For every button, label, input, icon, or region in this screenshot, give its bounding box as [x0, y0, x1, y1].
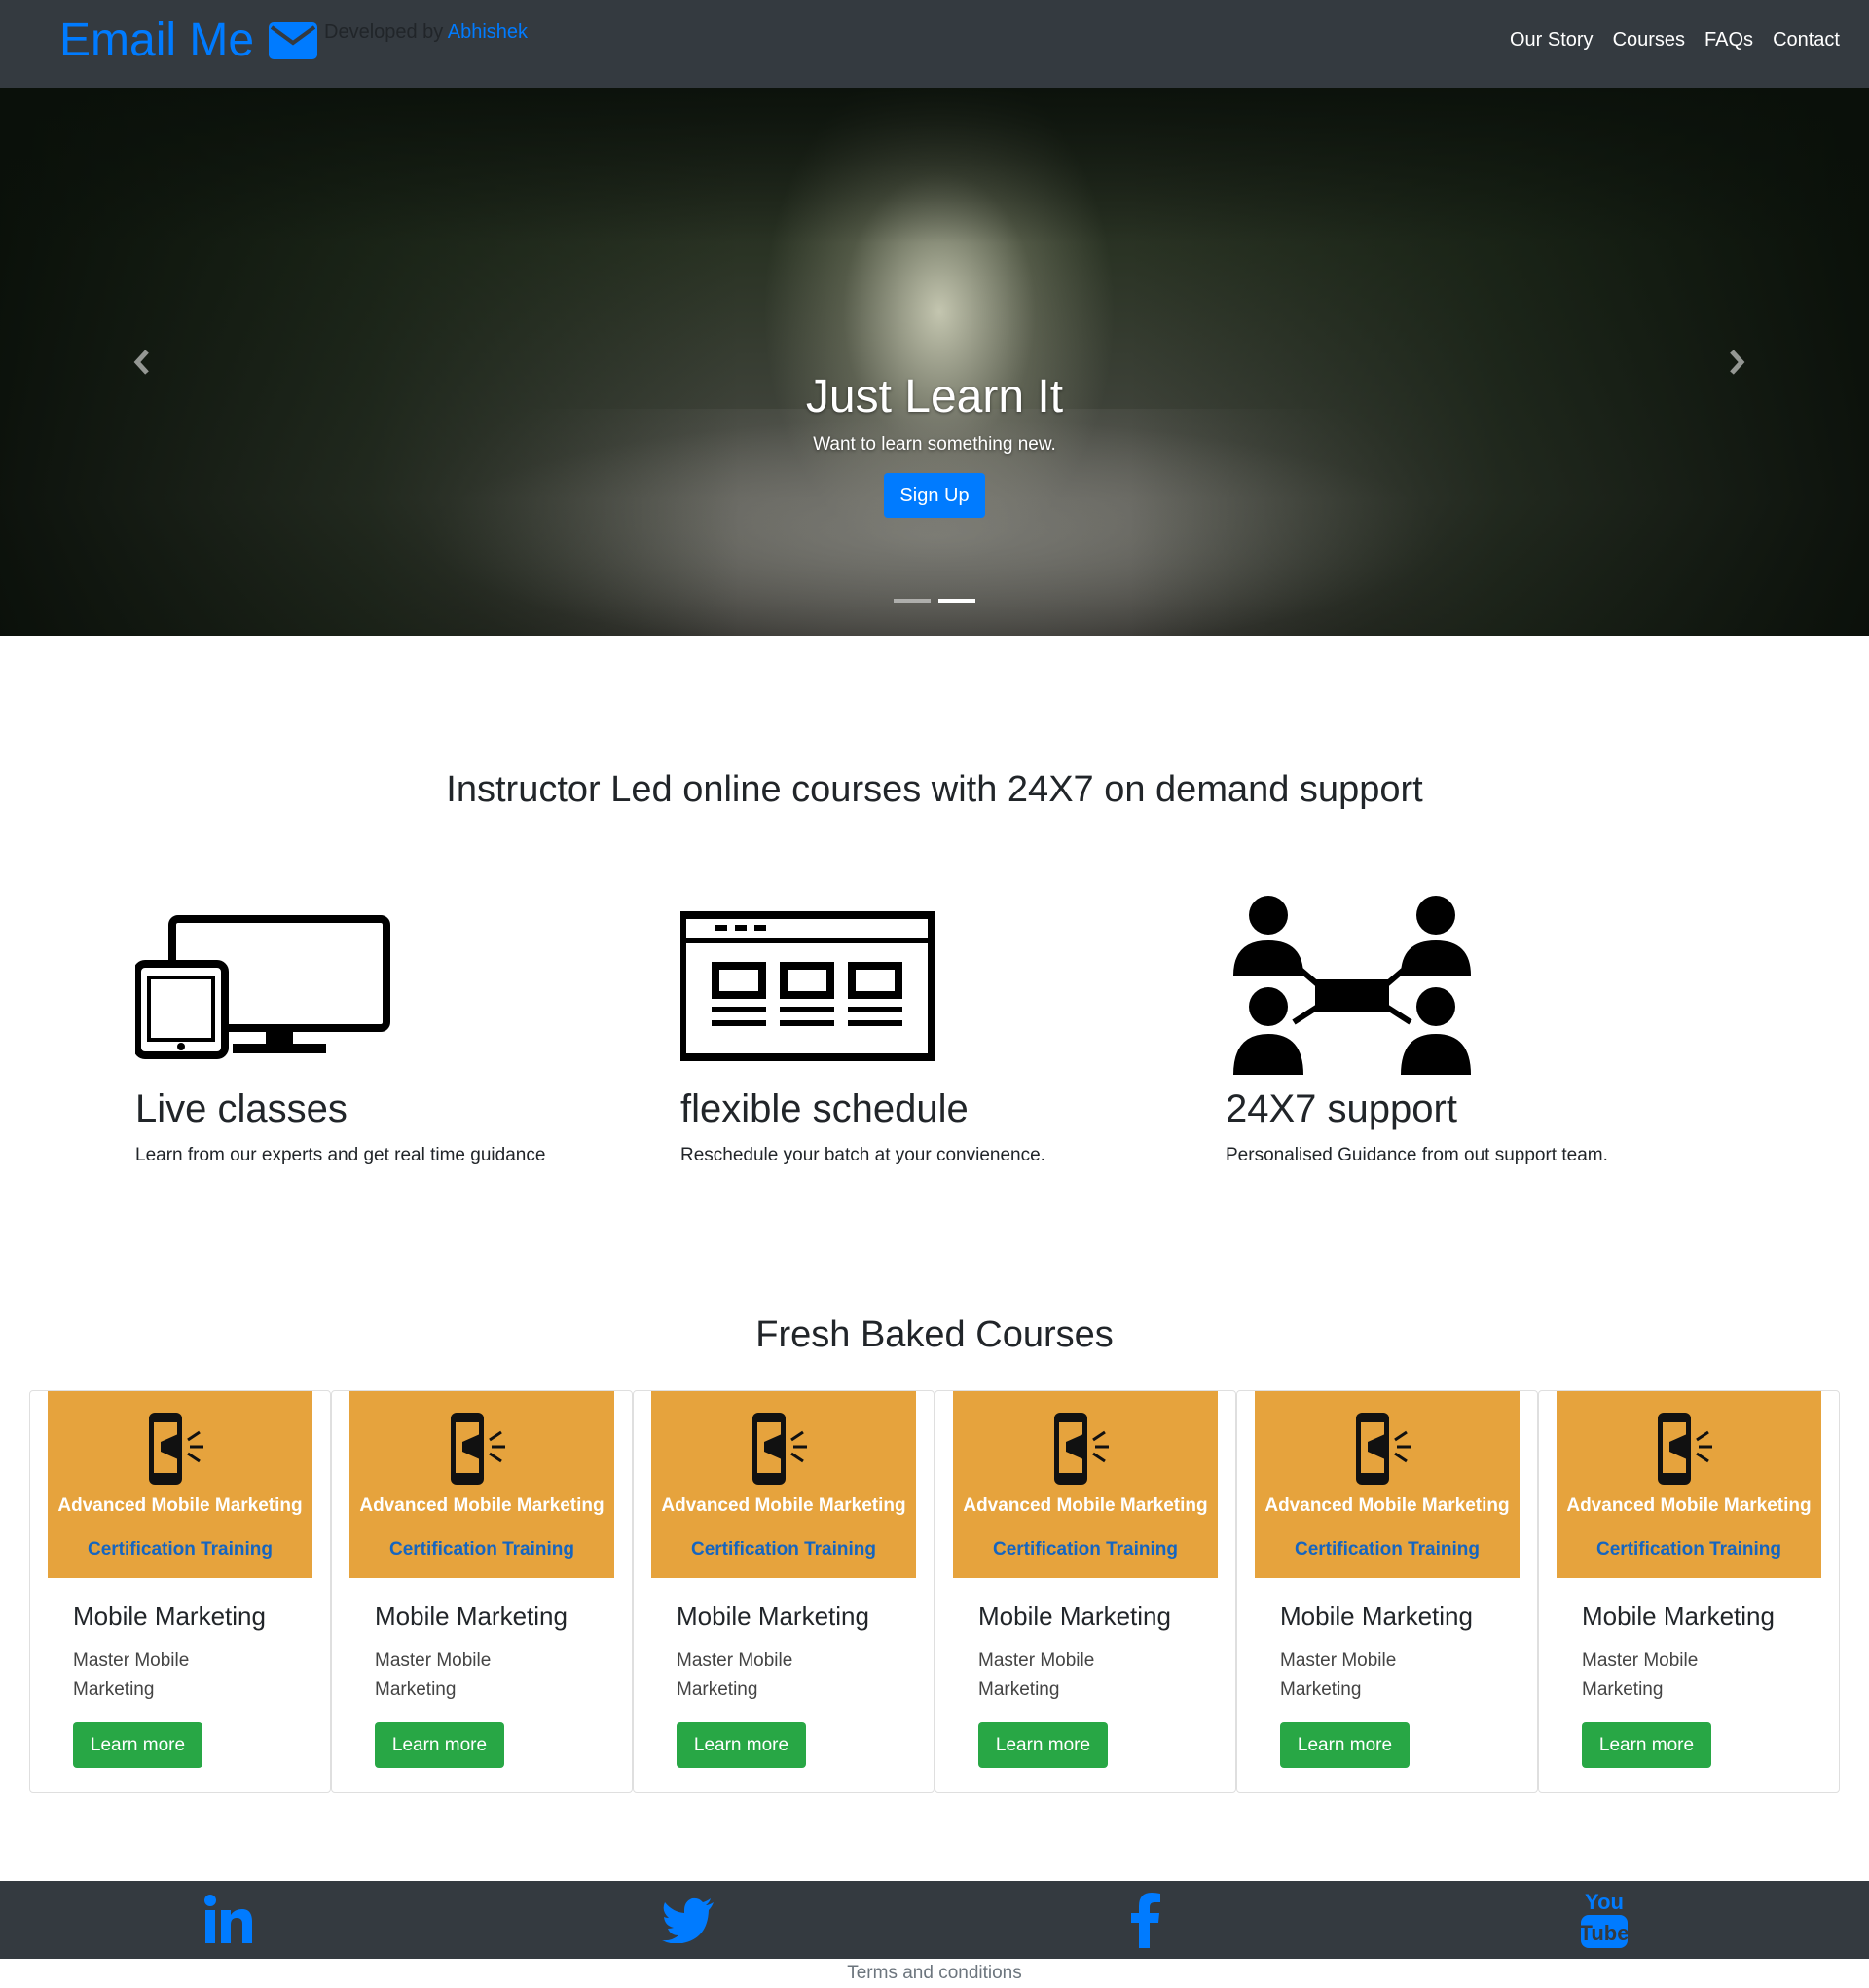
feature-title-24x7-support: 24X7 support	[1226, 1087, 1457, 1130]
course-card: Advanced Mobile Marketing Certification …	[1538, 1390, 1840, 1793]
learn-more-button[interactable]: Learn more	[677, 1722, 806, 1768]
envelope-icon	[269, 22, 318, 59]
hero-title: Just Learn It	[805, 371, 1064, 423]
course-title: Mobile Marketing	[73, 1601, 266, 1631]
carousel-indicators	[894, 599, 975, 603]
course-description: Master Mobile Marketing	[375, 1650, 492, 1700]
learn-more-button[interactable]: Learn more	[375, 1722, 504, 1768]
course-image-title: Advanced Mobile Marketing	[1264, 1495, 1510, 1516]
carousel-indicator-2[interactable]	[938, 599, 975, 603]
svg-text:Tube: Tube	[1580, 1921, 1630, 1945]
brand-link[interactable]: Email Me	[59, 12, 318, 70]
linkedin-link[interactable]	[200, 1891, 258, 1949]
course-title: Mobile Marketing	[375, 1601, 568, 1631]
brand-name: Email Me	[59, 15, 255, 66]
nav-link-faqs[interactable]: FAQs	[1704, 29, 1753, 52]
mobile-megaphone-icon	[1356, 1413, 1411, 1485]
twitter-icon	[662, 1897, 714, 1943]
course-card: Advanced Mobile Marketing Certification …	[331, 1390, 633, 1793]
mobile-megaphone-icon	[1658, 1413, 1712, 1485]
developer-credit: Developed by Abhishek	[324, 21, 528, 44]
course-image-title: Advanced Mobile Marketing	[963, 1495, 1208, 1516]
course-title: Mobile Marketing	[978, 1601, 1171, 1631]
course-image-title: Advanced Mobile Marketing	[359, 1495, 605, 1516]
course-image-subtitle: Certification Training	[1294, 1539, 1481, 1560]
sign-up-button[interactable]: Sign Up	[884, 473, 985, 518]
mobile-megaphone-icon	[149, 1413, 203, 1485]
navbar: Email Me Developed by Abhishek Our Story…	[0, 0, 1869, 88]
course-image: Advanced Mobile Marketing Certification …	[1255, 1391, 1520, 1578]
facebook-link[interactable]	[1117, 1891, 1175, 1949]
course-title: Mobile Marketing	[1582, 1601, 1775, 1631]
course-title: Mobile Marketing	[1280, 1601, 1473, 1631]
feature-24x7-support: 24X7 support Personalised Guidance from …	[1226, 886, 1712, 1166]
hero-subtitle: Want to learn something new.	[813, 434, 1056, 455]
course-cards: Advanced Mobile Marketing Certification …	[29, 1390, 1840, 1793]
feature-flexible-schedule: flexible schedule Reschedule your batch …	[680, 886, 1167, 1166]
course-image: Advanced Mobile Marketing Certification …	[48, 1391, 312, 1578]
learn-more-button[interactable]: Learn more	[978, 1722, 1108, 1768]
nav-links: Our Story Courses FAQs Contact	[1510, 29, 1840, 52]
course-image-title: Advanced Mobile Marketing	[661, 1495, 906, 1516]
developed-by-label: Developed by	[324, 21, 444, 43]
feature-title-flexible-schedule: flexible schedule	[680, 1087, 969, 1130]
learn-more-button[interactable]: Learn more	[1582, 1722, 1711, 1768]
course-description: Master Mobile Marketing	[1582, 1650, 1699, 1700]
youtube-icon: You Tube	[1580, 1890, 1630, 1948]
feature-text-24x7-support: Personalised Guidance from out support t…	[1226, 1145, 1608, 1165]
hero-carousel: Just Learn It Want to learn something ne…	[0, 88, 1869, 636]
course-image-subtitle: Certification Training	[87, 1539, 274, 1560]
course-image: Advanced Mobile Marketing Certification …	[953, 1391, 1218, 1578]
course-card: Advanced Mobile Marketing Certification …	[29, 1390, 331, 1793]
twitter-link[interactable]	[659, 1891, 717, 1949]
nav-link-courses[interactable]: Courses	[1613, 29, 1685, 52]
course-title: Mobile Marketing	[677, 1601, 869, 1631]
course-image-subtitle: Certification Training	[690, 1539, 877, 1560]
schedule-icon	[680, 911, 935, 1061]
course-card: Advanced Mobile Marketing Certification …	[633, 1390, 934, 1793]
learn-more-button[interactable]: Learn more	[73, 1722, 202, 1768]
facebook-icon	[1131, 1893, 1160, 1948]
course-image-subtitle: Certification Training	[1595, 1539, 1782, 1560]
devices-icon	[135, 915, 390, 1059]
youtube-link[interactable]: You Tube	[1575, 1890, 1633, 1949]
support-network-icon	[1233, 896, 1471, 1075]
feature-text-live-classes: Learn from our experts and get real time…	[135, 1145, 546, 1165]
terms-link[interactable]: Terms and conditions	[0, 1963, 1869, 1984]
course-image: Advanced Mobile Marketing Certification …	[349, 1391, 614, 1578]
carousel-indicator-1[interactable]	[894, 599, 931, 603]
features-heading: Instructor Led online courses with 24X7 …	[446, 769, 1423, 810]
mobile-megaphone-icon	[451, 1413, 505, 1485]
mobile-megaphone-icon	[752, 1413, 807, 1485]
course-image-subtitle: Certification Training	[992, 1539, 1179, 1560]
course-image: Advanced Mobile Marketing Certification …	[651, 1391, 916, 1578]
course-description: Master Mobile Marketing	[73, 1650, 190, 1700]
nav-link-contact[interactable]: Contact	[1773, 29, 1840, 52]
nav-link-our-story[interactable]: Our Story	[1510, 29, 1594, 52]
course-card: Advanced Mobile Marketing Certification …	[934, 1390, 1236, 1793]
linkedin-icon	[204, 1895, 252, 1943]
course-description: Master Mobile Marketing	[978, 1650, 1095, 1700]
footer: You Tube	[0, 1881, 1869, 1959]
feature-text-flexible-schedule: Reschedule your batch at your convienenc…	[680, 1145, 1045, 1165]
feature-live-classes: Live classes Learn from our experts and …	[135, 886, 622, 1166]
learn-more-button[interactable]: Learn more	[1280, 1722, 1410, 1768]
developer-link[interactable]: Abhishek	[448, 21, 528, 43]
course-card: Advanced Mobile Marketing Certification …	[1236, 1390, 1538, 1793]
feature-title-live-classes: Live classes	[135, 1087, 348, 1130]
svg-text:You: You	[1585, 1890, 1624, 1914]
course-image-subtitle: Certification Training	[388, 1539, 575, 1560]
courses-heading: Fresh Baked Courses	[755, 1314, 1114, 1355]
course-image-title: Advanced Mobile Marketing	[1566, 1495, 1812, 1516]
course-image-title: Advanced Mobile Marketing	[57, 1495, 303, 1516]
course-image: Advanced Mobile Marketing Certification …	[1557, 1391, 1821, 1578]
course-description: Master Mobile Marketing	[1280, 1650, 1397, 1700]
course-description: Master Mobile Marketing	[677, 1650, 793, 1700]
hero-background-canopy	[0, 88, 1869, 243]
mobile-megaphone-icon	[1054, 1413, 1109, 1485]
carousel-caption: Just Learn It Want to learn something ne…	[0, 370, 1869, 518]
